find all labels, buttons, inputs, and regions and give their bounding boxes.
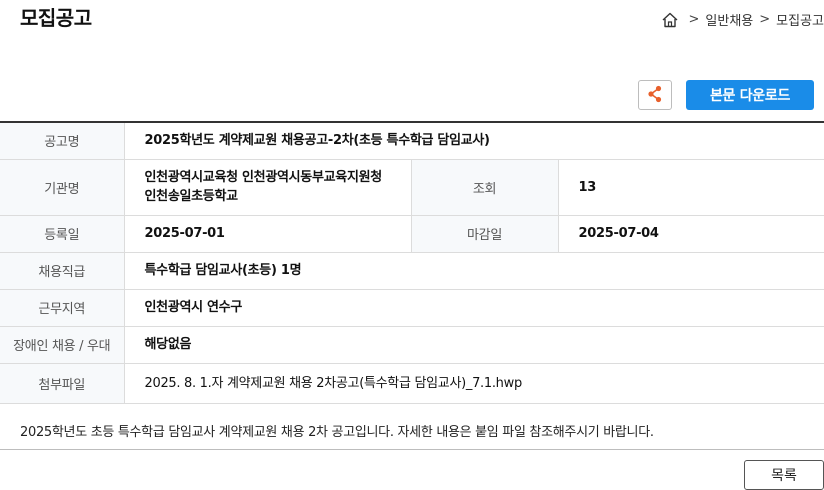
breadcrumb-separator: > [759,12,771,27]
title-label: 공고명 [0,122,125,160]
deadline-label: 마감일 [410,215,559,253]
list-button[interactable]: 목록 [744,460,824,490]
disabled-value: 해당없음 [124,326,824,364]
attach-label: 첨부파일 [0,363,125,404]
org-value: 인천광역시교육청 인천광역시동부교육지원청 인천송일초등학교 [124,159,411,216]
views-value: 13 [558,159,824,216]
attachment-link[interactable]: 2025. 8. 1.자 계약제교원 채용 2차공고(특수학급 담임교사)_7.… [124,363,824,404]
breadcrumb: > 일반채용 > 모집공고 [661,10,824,29]
reg-label: 등록일 [0,215,125,253]
deadline-value: 2025-07-04 [558,215,824,253]
breadcrumb-item-recruit[interactable]: 모집공고 [776,10,824,29]
share-icon [647,85,663,106]
table-row: 등록일 2025-07-01 마감일 2025-07-04 [0,215,824,253]
page-title: 모집공고 [20,6,92,30]
region-label: 근무지역 [0,289,125,327]
share-button[interactable] [638,80,672,110]
job-value: 특수학급 담임교사(초등) 1명 [124,252,824,290]
download-button[interactable]: 본문 다운로드 [686,80,814,110]
breadcrumb-item-general[interactable]: 일반채용 [705,10,753,29]
home-icon[interactable] [661,11,679,29]
views-label: 조회 [410,159,559,216]
breadcrumb-separator: > [688,12,700,27]
table-row: 근무지역 인천광역시 연수구 [0,289,824,327]
disabled-label: 장애인 채용 / 우대 [0,326,125,364]
job-label: 채용직급 [0,252,125,290]
reg-value: 2025-07-01 [124,215,411,253]
description-text: 2025학년도 초등 특수학급 담임교사 계약제교원 채용 2차 공고입니다. … [0,412,824,450]
title-value: 2025학년도 계약제교원 채용공고-2차(초등 특수학급 담임교사) [124,122,824,160]
org-label: 기관명 [0,159,125,216]
table-row: 기관명 인천광역시교육청 인천광역시동부교육지원청 인천송일초등학교 조회 13 [0,159,824,216]
info-table: 공고명 2025학년도 계약제교원 채용공고-2차(초등 특수학급 담임교사) … [0,121,824,404]
table-row: 채용직급 특수학급 담임교사(초등) 1명 [0,252,824,290]
region-value: 인천광역시 연수구 [124,289,824,327]
table-row: 장애인 채용 / 우대 해당없음 [0,326,824,364]
table-row: 첨부파일 2025. 8. 1.자 계약제교원 채용 2차공고(특수학급 담임교… [0,363,824,404]
table-row: 공고명 2025학년도 계약제교원 채용공고-2차(초등 특수학급 담임교사) [0,122,824,160]
